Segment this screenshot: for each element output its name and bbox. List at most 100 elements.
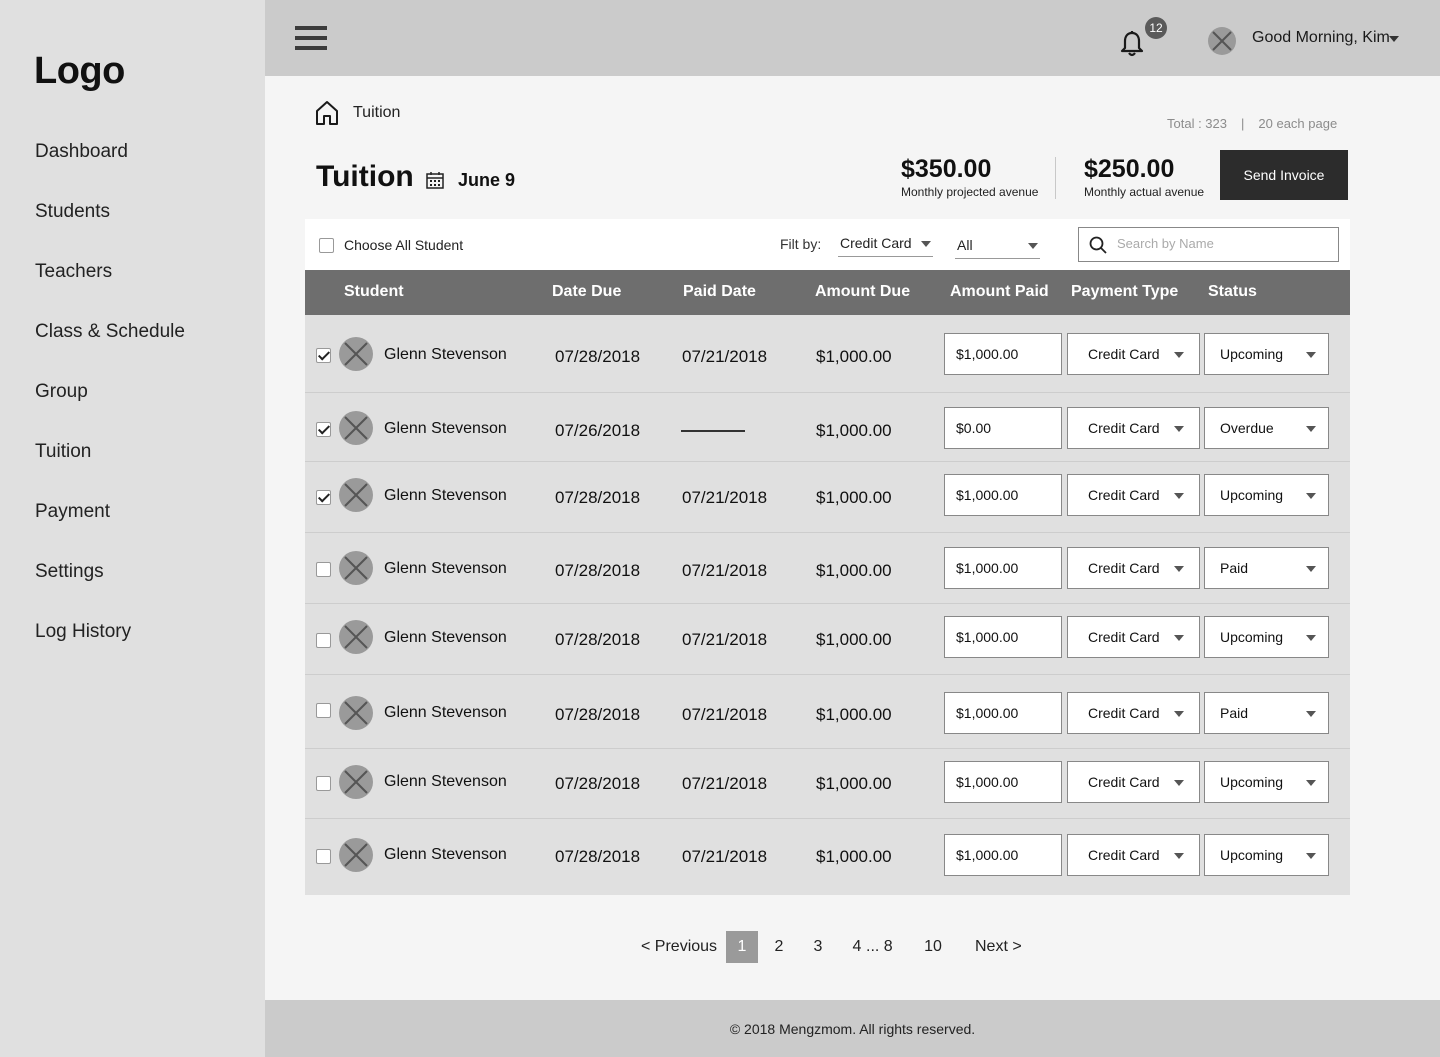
status-select[interactable]: Paid	[1204, 692, 1329, 734]
student-name[interactable]: Glenn Stevenson	[384, 420, 507, 438]
student-name[interactable]: Glenn Stevenson	[384, 346, 507, 364]
sidebar-nav: Dashboard Students Teachers Class & Sche…	[35, 141, 185, 681]
amount-paid-input[interactable]: $1,000.00	[944, 761, 1062, 803]
payment-type-select[interactable]: Credit Card	[1067, 333, 1200, 375]
column-header-student[interactable]: Student	[344, 283, 404, 301]
next-page-button[interactable]: Next >	[975, 931, 1022, 963]
payment-type-select[interactable]: Credit Card	[1067, 616, 1200, 658]
row-checkbox[interactable]	[316, 422, 331, 437]
selected-date[interactable]: June 9	[458, 170, 515, 191]
amount-paid-input[interactable]: $1,000.00	[944, 692, 1062, 734]
student-name[interactable]: Glenn Stevenson	[384, 487, 507, 505]
search-input[interactable]	[1117, 236, 1327, 251]
date-due: 07/28/2018	[555, 561, 641, 580]
student-name[interactable]: Glenn Stevenson	[384, 560, 507, 578]
row-checkbox[interactable]	[316, 633, 331, 648]
status-select[interactable]: Upcoming	[1204, 834, 1329, 876]
user-avatar-icon[interactable]	[1208, 27, 1236, 55]
column-header-paid-date[interactable]: Paid Date	[683, 283, 756, 301]
chevron-down-icon	[1174, 426, 1184, 432]
chevron-down-icon	[1306, 853, 1316, 859]
page-button[interactable]: 2	[770, 931, 788, 963]
student-name[interactable]: Glenn Stevenson	[384, 629, 507, 647]
home-icon[interactable]	[315, 100, 339, 126]
status-select[interactable]: Paid	[1204, 547, 1329, 589]
bell-icon[interactable]	[1120, 30, 1144, 58]
page-button[interactable]: ... 8	[866, 931, 893, 963]
calendar-icon[interactable]	[426, 171, 444, 189]
chevron-down-icon	[1174, 493, 1184, 499]
row-checkbox[interactable]	[316, 348, 331, 363]
sidebar-item-payment[interactable]: Payment	[35, 501, 185, 561]
table-body: Glenn Stevenson 07/28/2018 07/21/2018 $1…	[305, 315, 1350, 895]
sidebar-item-class-schedule[interactable]: Class & Schedule	[35, 321, 185, 381]
projected-revenue-label: Monthly projected avenue	[901, 185, 1039, 199]
status-select[interactable]: Upcoming	[1204, 761, 1329, 803]
footer: © 2018 Mengzmom. All rights reserved.	[265, 1000, 1440, 1057]
row-checkbox[interactable]	[316, 849, 331, 864]
student-name[interactable]: Glenn Stevenson	[384, 704, 507, 722]
amount-paid-input[interactable]: $1,000.00	[944, 474, 1062, 516]
date-due: 07/28/2018	[555, 347, 641, 366]
row-checkbox[interactable]	[316, 703, 331, 718]
amount-due: $1,000.00	[816, 421, 892, 440]
row-checkbox[interactable]	[316, 562, 331, 577]
choose-all-checkbox[interactable]	[319, 237, 334, 253]
sidebar-item-settings[interactable]: Settings	[35, 561, 185, 621]
status-select[interactable]: Upcoming	[1204, 616, 1329, 658]
sidebar-item-teachers[interactable]: Teachers	[35, 261, 185, 321]
paid-date-empty	[681, 430, 745, 432]
student-name[interactable]: Glenn Stevenson	[384, 846, 507, 864]
payment-type-select[interactable]: Credit Card	[1067, 692, 1200, 734]
status-select[interactable]: Upcoming	[1204, 474, 1329, 516]
actual-revenue: $250.00 Monthly actual avenue	[1084, 155, 1204, 199]
amount-paid-input[interactable]: $1,000.00	[944, 616, 1062, 658]
payment-type-filter[interactable]: Credit Card	[838, 235, 933, 257]
column-header-date-due[interactable]: Date Due	[552, 283, 621, 301]
page-button[interactable]: 10	[922, 931, 944, 963]
student-avatar-icon	[339, 478, 373, 512]
payment-type-select[interactable]: Credit Card	[1067, 407, 1200, 449]
page-button[interactable]: 3	[809, 931, 827, 963]
status-select[interactable]: Upcoming	[1204, 333, 1329, 375]
column-header-status[interactable]: Status	[1208, 283, 1257, 301]
payment-type-select[interactable]: Credit Card	[1067, 834, 1200, 876]
page-button[interactable]: 4	[848, 931, 866, 963]
previous-page-button[interactable]: < Previous	[641, 931, 717, 963]
actual-revenue-label: Monthly actual avenue	[1084, 185, 1205, 199]
column-header-amount-due[interactable]: Amount Due	[815, 283, 910, 301]
sidebar-item-dashboard[interactable]: Dashboard	[35, 141, 185, 201]
top-bar: 12 Good Morning, Kim	[265, 0, 1440, 76]
amount-due: $1,000.00	[816, 705, 892, 724]
column-header-payment-type[interactable]: Payment Type	[1071, 283, 1178, 301]
chevron-down-icon	[1306, 352, 1316, 358]
amount-paid-input[interactable]: $1,000.00	[944, 333, 1062, 375]
status-filter[interactable]: All	[955, 237, 1040, 259]
student-name[interactable]: Glenn Stevenson	[384, 773, 507, 791]
row-checkbox[interactable]	[316, 776, 331, 791]
send-invoice-button[interactable]: Send Invoice	[1220, 150, 1348, 200]
menu-icon[interactable]	[295, 26, 327, 52]
sidebar-item-group[interactable]: Group	[35, 381, 185, 441]
chevron-down-icon[interactable]	[1389, 36, 1399, 42]
status-select[interactable]: Overdue	[1204, 407, 1329, 449]
page-button-current[interactable]: 1	[726, 931, 758, 963]
choose-all-control[interactable]: Choose All Student	[319, 237, 463, 253]
sidebar-item-students[interactable]: Students	[35, 201, 185, 261]
sidebar-item-tuition[interactable]: Tuition	[35, 441, 185, 501]
paid-date: 07/21/2018	[682, 774, 768, 793]
search-box	[1078, 227, 1339, 262]
row-checkbox[interactable]	[316, 490, 331, 505]
search-icon	[1089, 236, 1107, 254]
column-header-amount-paid[interactable]: Amount Paid	[950, 283, 1049, 301]
user-greeting[interactable]: Good Morning, Kim	[1252, 29, 1390, 47]
payment-type-select[interactable]: Credit Card	[1067, 761, 1200, 803]
amount-paid-input[interactable]: $0.00	[944, 407, 1062, 449]
table-row: Glenn Stevenson 07/28/2018 07/21/2018 $1…	[305, 462, 1350, 533]
payment-type-select[interactable]: Credit Card	[1067, 474, 1200, 516]
amount-paid-input[interactable]: $1,000.00	[944, 547, 1062, 589]
sidebar-item-log-history[interactable]: Log History	[35, 621, 185, 681]
per-page-count: 20 each page	[1258, 116, 1338, 131]
payment-type-select[interactable]: Credit Card	[1067, 547, 1200, 589]
amount-paid-input[interactable]: $1,000.00	[944, 834, 1062, 876]
